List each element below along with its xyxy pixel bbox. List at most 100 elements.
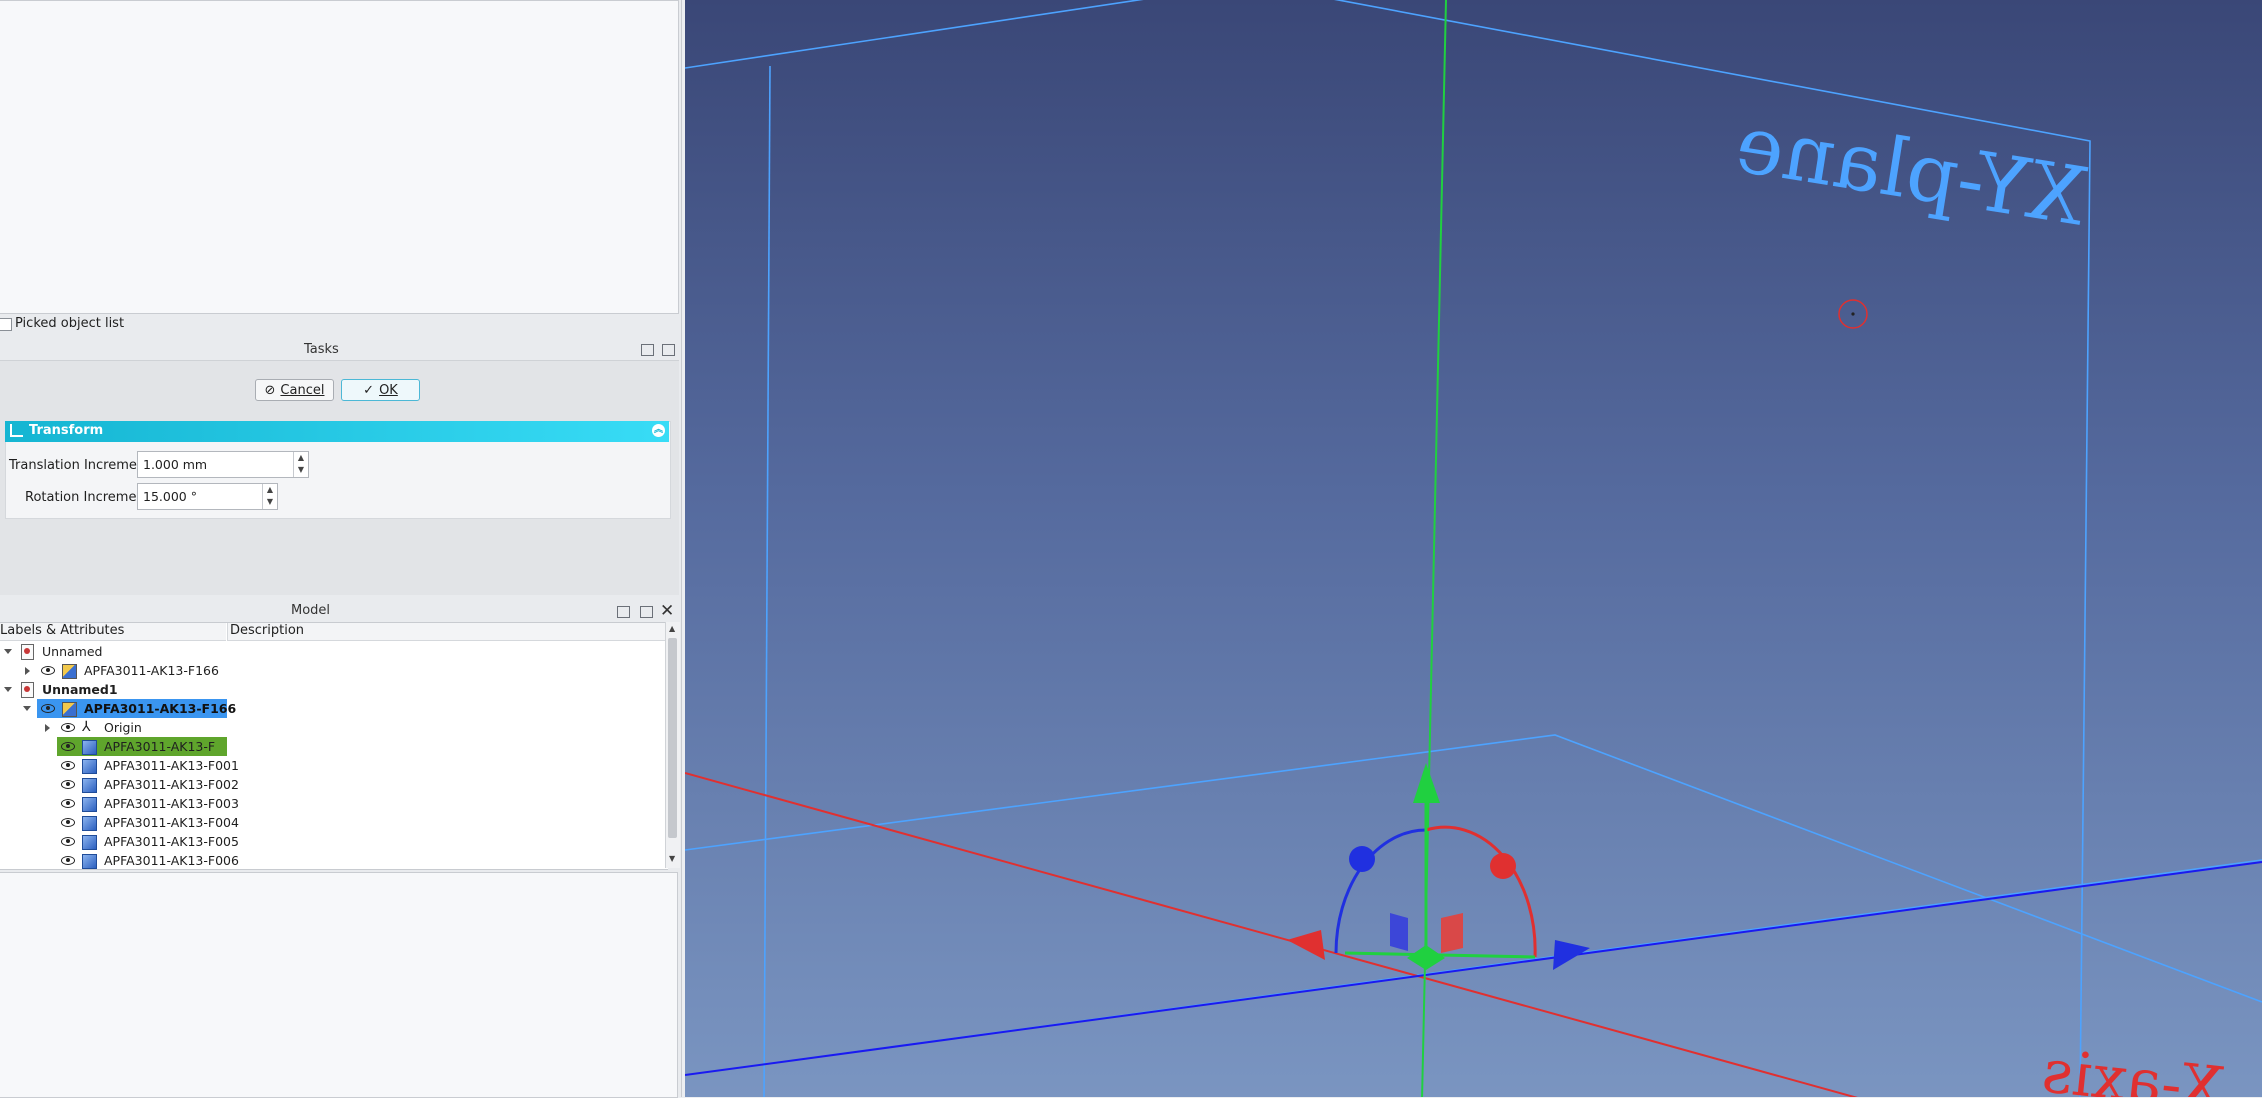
x-axis-line [685, 772, 1858, 1097]
cursor-dot [1851, 312, 1855, 316]
eye-icon[interactable] [41, 666, 55, 675]
translation-value: 1.000 mm [143, 457, 208, 472]
document-icon [21, 644, 34, 660]
dock-detach-icon[interactable] [640, 606, 653, 618]
solid-icon [82, 740, 97, 755]
column-header-labels[interactable]: Labels & Attributes [0, 623, 226, 641]
plane-handle-blue[interactable] [1390, 913, 1408, 951]
eye-icon[interactable] [61, 723, 75, 732]
tree-item[interactable]: APFA3011-AK13-F005 [0, 832, 400, 851]
property-view[interactable] [0, 872, 678, 1098]
tree-item-label: Unnamed1 [42, 682, 118, 697]
tree-item-label: APFA3011-AK13-F001 [104, 758, 239, 773]
chevron-right-icon[interactable] [25, 667, 30, 675]
translation-label: Translation Increment: [9, 458, 155, 473]
transform-dragger[interactable] [1287, 763, 1590, 970]
check-icon: ✓ [363, 382, 375, 398]
tree-item[interactable]: ⅄ Origin [0, 718, 400, 737]
scroll-down-icon[interactable]: ▼ [669, 854, 675, 863]
eye-icon[interactable] [61, 799, 75, 808]
document-icon [21, 682, 34, 698]
tree-item-highlighted[interactable]: APFA3011-AK13-F [0, 737, 400, 756]
rotate-handle-red[interactable] [1490, 853, 1516, 879]
tree-item-selected[interactable]: APFA3011-AK13-F166 [0, 699, 400, 718]
scroll-thumb[interactable] [668, 638, 677, 838]
dock-float-icon[interactable] [617, 606, 630, 618]
tree-item-label: APFA3011-AK13-F166 [84, 701, 237, 716]
model-tree[interactable]: Labels & Attributes Description Unnamed … [0, 622, 668, 870]
y-translate-arrow-icon[interactable] [1553, 940, 1590, 970]
solid-icon [82, 778, 97, 793]
tree-item[interactable]: Unnamed [0, 642, 400, 661]
tree-item-label: APFA3011-AK13-F003 [104, 796, 239, 811]
rotation-input[interactable]: 15.000 ° ▲ ▼ [137, 483, 278, 510]
tree-scrollbar[interactable]: ▲ ▼ [665, 622, 680, 868]
tree-item-label: APFA3011-AK13-F005 [104, 834, 239, 849]
tree-item[interactable]: Unnamed1 [0, 680, 400, 699]
cancel-label: Cancel [280, 382, 325, 398]
eye-icon[interactable] [41, 704, 55, 713]
picked-object-list-checkbox[interactable] [0, 318, 12, 331]
axes-icon: ⅄ [82, 719, 91, 735]
solid-icon [82, 816, 97, 831]
eye-icon[interactable] [61, 742, 75, 751]
tree-item-label: Origin [104, 720, 142, 735]
cancel-button[interactable]: ⊘ Cancel [255, 379, 334, 401]
chevron-right-icon[interactable] [45, 724, 50, 732]
tree-item[interactable]: APFA3011-AK13-F166 [0, 661, 400, 680]
chevron-down-icon[interactable] [4, 649, 12, 654]
picked-object-list-label: Picked object list [15, 316, 125, 331]
eye-icon[interactable] [61, 856, 75, 865]
tree-item[interactable]: APFA3011-AK13-F001 [0, 756, 400, 775]
translation-stepper[interactable]: ▲ ▼ [293, 452, 308, 477]
eye-icon[interactable] [61, 780, 75, 789]
tree-item-label: APFA3011-AK13-F [104, 739, 216, 754]
xy-plane-label: XY-plane [1730, 97, 2092, 244]
left-panel: Picked object list Tasks ⊘ Cancel ✓ OK T… [0, 0, 682, 1098]
y-axis-line [685, 861, 2262, 1076]
tasks-title: Tasks [304, 342, 339, 357]
transform-title: Transform [29, 423, 104, 438]
selection-view[interactable] [0, 0, 679, 314]
plane-handle-green[interactable] [1407, 945, 1445, 970]
tree-item-label: APFA3011-AK13-F166 [84, 663, 219, 678]
eye-icon[interactable] [61, 837, 75, 846]
collapse-icon[interactable]: ︽ [652, 424, 665, 437]
tree-item[interactable]: APFA3011-AK13-F004 [0, 813, 400, 832]
eye-icon[interactable] [61, 818, 75, 827]
cancel-icon: ⊘ [264, 382, 276, 398]
tree-item[interactable]: APFA3011-AK13-F006 [0, 851, 400, 869]
x-axis-label: X-axis [2039, 1036, 2226, 1097]
model-title: Model [291, 603, 331, 618]
chevron-down-icon[interactable] [23, 706, 31, 711]
chevron-down-icon[interactable] [4, 687, 12, 692]
rotation-value: 15.000 ° [143, 489, 197, 504]
tree-item-label: Unnamed [42, 644, 103, 659]
translation-input[interactable]: 1.000 mm ▲ ▼ [137, 451, 309, 478]
tree-item-label: APFA3011-AK13-F006 [104, 853, 239, 868]
ok-label: OK [379, 382, 398, 398]
tree-item[interactable]: APFA3011-AK13-F002 [0, 775, 400, 794]
transform-icon [10, 424, 23, 437]
tree-item-label: APFA3011-AK13-F004 [104, 815, 239, 830]
solid-icon [82, 835, 97, 850]
tree-item[interactable]: APFA3011-AK13-F003 [0, 794, 400, 813]
x-translate-arrow-icon[interactable] [1287, 930, 1325, 960]
tree-item-label: APFA3011-AK13-F002 [104, 777, 239, 792]
scene-svg[interactable]: XY-plane X-axis [685, 0, 2262, 1097]
solid-icon [82, 759, 97, 774]
eye-icon[interactable] [61, 761, 75, 770]
3d-viewport[interactable]: XY-plane X-axis [685, 0, 2262, 1097]
rotation-stepper[interactable]: ▲ ▼ [262, 484, 277, 509]
rotation-ring-blue[interactable] [1334, 828, 1427, 954]
column-header-description[interactable]: Description [227, 623, 668, 641]
transform-header[interactable]: Transform ︽ [5, 421, 669, 442]
scroll-up-icon[interactable]: ▲ [669, 624, 675, 633]
solid-icon [82, 797, 97, 812]
close-icon[interactable]: ✕ [660, 601, 674, 621]
rotate-handle-blue[interactable] [1349, 846, 1375, 872]
dock-float-icon[interactable] [641, 344, 654, 356]
dock-detach-icon[interactable] [662, 344, 675, 356]
plane-handle-red[interactable] [1441, 913, 1463, 953]
ok-button[interactable]: ✓ OK [341, 379, 420, 401]
